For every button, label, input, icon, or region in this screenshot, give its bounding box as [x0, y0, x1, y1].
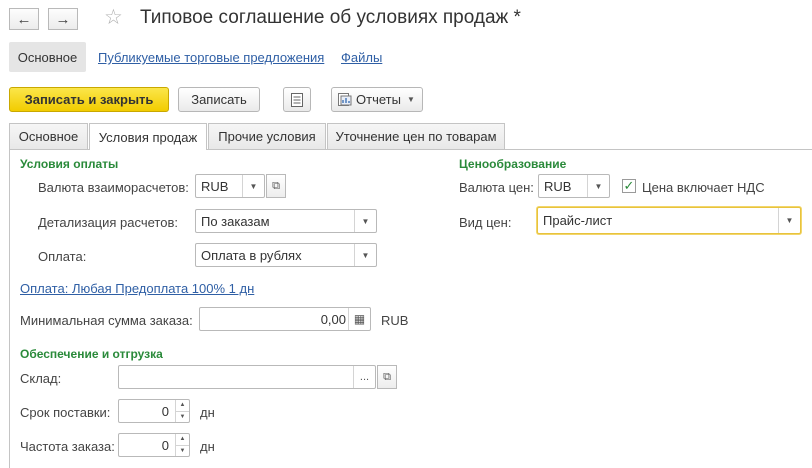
arrow-left-icon: ← — [16, 10, 32, 28]
dropdown-arrow-icon[interactable]: ▼ — [242, 175, 264, 197]
calculator-icon[interactable]: ▦ — [348, 308, 370, 330]
reports-icon — [338, 93, 352, 106]
order-frequency-field[interactable]: 0 ▲ ▼ — [118, 433, 190, 457]
settlement-currency-label: Валюта взаиморасчетов: — [38, 180, 189, 195]
dropdown-arrow-icon[interactable]: ▼ — [354, 210, 376, 232]
order-frequency-unit: дн — [200, 439, 215, 454]
price-currency-label: Валюта цен: — [459, 180, 534, 195]
settlement-currency-field[interactable]: RUB ▼ — [195, 174, 265, 198]
price-type-label: Вид цен: — [459, 215, 512, 230]
tab-sales-conditions[interactable]: Условия продаж — [89, 123, 207, 150]
arrow-right-icon: → — [55, 10, 71, 28]
section-files-link[interactable]: Файлы — [341, 50, 382, 65]
tab-price-refinement[interactable]: Уточнение цен по товарам — [327, 123, 505, 149]
tab-other-conditions[interactable]: Прочие условия — [208, 123, 326, 149]
section-main[interactable]: Основное — [9, 42, 86, 72]
spin-down-icon[interactable]: ▼ — [176, 412, 189, 423]
dropdown-arrow-icon[interactable]: ▼ — [587, 175, 609, 197]
vat-included-label: Цена включает НДС — [642, 180, 765, 195]
payment-field[interactable]: Оплата в рублях ▼ — [195, 243, 377, 267]
order-frequency-value: 0 — [161, 438, 169, 453]
delivery-time-unit: дн — [200, 405, 215, 420]
settlement-currency-value: RUB — [201, 179, 229, 194]
delivery-time-field[interactable]: 0 ▲ ▼ — [118, 399, 190, 423]
payment-label: Оплата: — [38, 249, 87, 264]
pricing-group-title: Ценообразование — [459, 157, 567, 171]
settlement-detail-field[interactable]: По заказам ▼ — [195, 209, 377, 233]
chevron-down-icon: ▼ — [406, 95, 415, 104]
price-currency-field[interactable]: RUB ▼ — [538, 174, 610, 198]
warehouse-label: Склад: — [20, 371, 62, 386]
page-title: Типовое соглашение об условиях продаж * — [140, 7, 521, 28]
document-list-button[interactable] — [283, 87, 311, 112]
reports-label: Отчеты — [356, 92, 401, 107]
min-order-sum-label: Минимальная сумма заказа: — [20, 313, 193, 328]
reports-button[interactable]: Отчеты ▼ — [331, 87, 423, 112]
open-icon[interactable]: ⧉ — [266, 174, 286, 198]
vat-included-checkbox[interactable]: ✓ — [622, 178, 636, 193]
spin-up-icon[interactable]: ▲ — [176, 434, 189, 446]
min-order-sum-currency: RUB — [381, 313, 409, 328]
open-icon[interactable]: ⧉ — [377, 365, 397, 389]
delivery-time-value: 0 — [161, 404, 169, 419]
min-order-sum-value: 0,00 — [320, 312, 346, 327]
payment-terms-link[interactable]: Оплата: Любая Предоплата 100% 1 дн — [20, 281, 254, 296]
warehouse-field[interactable]: ... — [118, 365, 376, 389]
price-currency-value: RUB — [544, 179, 572, 194]
shipping-group-title: Обеспечение и отгрузка — [20, 347, 163, 361]
checkmark-icon: ✓ — [623, 178, 635, 193]
favorite-star-icon[interactable]: ☆ — [104, 5, 123, 30]
payment-conditions-group-title: Условия оплаты — [20, 157, 119, 171]
price-type-field[interactable]: Прайс-лист ▼ — [537, 207, 801, 234]
spin-down-icon[interactable]: ▼ — [176, 446, 189, 457]
min-order-sum-field[interactable]: 0,00 ▦ — [199, 307, 371, 331]
save-and-close-button[interactable]: Записать и закрыть — [9, 87, 169, 112]
back-button[interactable]: ← — [9, 8, 39, 30]
settlement-detail-label: Детализация расчетов: — [38, 215, 178, 230]
dropdown-arrow-icon[interactable]: ▼ — [354, 244, 376, 266]
delivery-time-label: Срок поставки: — [20, 405, 111, 420]
section-published-offers-link[interactable]: Публикуемые торговые предложения — [98, 50, 324, 65]
dropdown-arrow-icon[interactable]: ▼ — [778, 208, 800, 233]
save-button[interactable]: Записать — [178, 87, 260, 112]
spin-up-icon[interactable]: ▲ — [176, 400, 189, 412]
document-list-icon — [291, 92, 303, 107]
forward-button[interactable]: → — [48, 8, 78, 30]
price-type-value: Прайс-лист — [543, 213, 613, 228]
tab-main[interactable]: Основное — [9, 123, 88, 149]
spin-buttons[interactable]: ▲ ▼ — [175, 400, 189, 422]
order-frequency-label: Частота заказа: — [20, 439, 115, 454]
ellipsis-icon[interactable]: ... — [353, 366, 375, 388]
payment-value: Оплата в рублях — [201, 248, 302, 263]
spin-buttons[interactable]: ▲ ▼ — [175, 434, 189, 456]
settlement-detail-value: По заказам — [201, 214, 270, 229]
